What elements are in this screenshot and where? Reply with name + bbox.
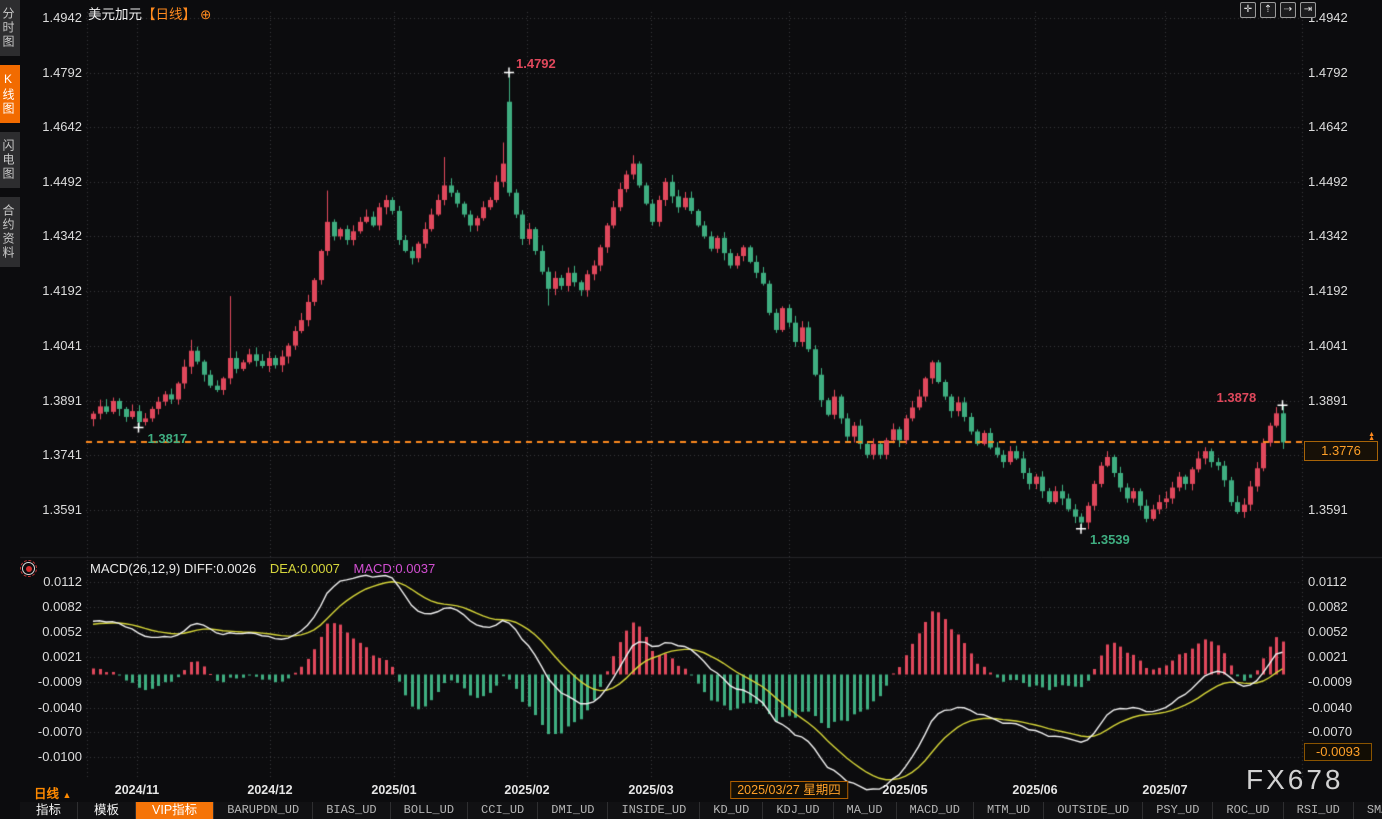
price-tick-right-2: 1.4642 <box>1308 119 1348 135</box>
time-label-7: 2025/07 <box>1142 783 1187 797</box>
last-price-value: 1.3776 <box>1321 443 1361 458</box>
indicator-tab-指标[interactable]: 指标 <box>20 802 78 819</box>
macd-tick-right-4: -0.0009 <box>1308 674 1352 690</box>
macd-crosshair-value: -0.0093 <box>1304 743 1372 761</box>
indicator-tab-RSI_UD[interactable]: RSI_UD <box>1284 802 1354 819</box>
indicator-dot-icon[interactable] <box>22 562 35 575</box>
macd-tick-right-5: -0.0040 <box>1308 700 1352 716</box>
indicator-tab-INSIDE_UD[interactable]: INSIDE_UD <box>608 802 700 819</box>
macd-dea-value: DEA:0.0007 <box>270 561 340 576</box>
price-tick-right-5: 1.4192 <box>1308 283 1348 299</box>
crosshair-date-label: 2025/03/27 星期四 <box>730 781 848 799</box>
indicator-tab-BIAS_UD[interactable]: BIAS_UD <box>313 802 390 819</box>
indicator-tab-SMA_UD[interactable]: SMA_UD <box>1354 802 1382 819</box>
macd-tick-right-2: 0.0052 <box>1308 624 1348 640</box>
time-label-1: 2024/12 <box>247 783 292 797</box>
period-selector-arrow-icon: ▲ <box>63 790 72 800</box>
sidebar-item-0[interactable]: 分时图 <box>0 0 20 56</box>
chart-toolbar: ✛⇡⇢⇥ <box>1240 2 1316 18</box>
macd-tick-right-0: 0.0112 <box>1308 574 1347 590</box>
chart-window: 分时图K线图闪电图合约资料 美元加元【日线】⊕ ✛⇡⇢⇥ 1.49421.479… <box>0 0 1382 819</box>
macd-tick-right-3: 0.0021 <box>1308 649 1348 665</box>
price-tick-right-9: 1.3591 <box>1308 502 1348 518</box>
sidebar-item-2[interactable]: 闪电图 <box>0 132 20 188</box>
watermark: FX678 <box>1246 764 1344 796</box>
add-indicator-icon[interactable]: ⊕ <box>200 7 211 22</box>
chart-title: 美元加元【日线】 ⊕ <box>88 3 211 23</box>
y-axis-scale-icon[interactable]: ⇡ <box>1260 2 1276 18</box>
time-label-3: 2025/02 <box>504 783 549 797</box>
chart-canvas[interactable] <box>0 0 1382 802</box>
sidebar-item-1[interactable]: K线图 <box>0 65 20 123</box>
time-label-6: 2025/06 <box>1012 783 1057 797</box>
indicator-tab-KD_UD[interactable]: KD_UD <box>700 802 763 819</box>
period-name: 【日线】 <box>142 7 196 22</box>
indicator-tab-MTM_UD[interactable]: MTM_UD <box>974 802 1044 819</box>
indicator-tab-MA_UD[interactable]: MA_UD <box>834 802 897 819</box>
indicator-tab-ROC_UD[interactable]: ROC_UD <box>1213 802 1283 819</box>
price-tick-right-6: 1.4041 <box>1308 338 1348 354</box>
price-tick-right-1: 1.4792 <box>1308 65 1348 81</box>
price-up-arrows-icon: ▲▲ <box>1368 433 1375 441</box>
period-selector[interactable]: 日线 ▲ <box>34 783 71 802</box>
indicator-tab-VIP指标[interactable]: VIP指标 <box>136 802 214 819</box>
price-annotation-1.3878: 1.3878 <box>1217 390 1257 405</box>
indicator-tab-MACD_UD[interactable]: MACD_UD <box>897 802 974 819</box>
macd-tick-right-6: -0.0070 <box>1308 724 1352 740</box>
macd-header[interactable]: MACD(26,12,9) DIFF:0.0026 DEA:0.0007 MAC… <box>90 561 435 576</box>
time-label-4: 2025/03 <box>628 783 673 797</box>
symbol-name: 美元加元 <box>88 7 142 22</box>
time-axis[interactable]: 日线 ▲ 2025/03/27 星期四 2024/11 2024/12 2025/0… <box>0 781 1382 801</box>
shift-right-icon[interactable]: ⇥ <box>1300 2 1316 18</box>
period-selector-label: 日线 <box>34 787 59 801</box>
price-annotation-1.4792: 1.4792 <box>516 56 556 71</box>
macd-params-diff: MACD(26,12,9) DIFF:0.0026 <box>90 561 256 576</box>
x-axis-scale-icon[interactable]: ⇢ <box>1280 2 1296 18</box>
chart-type-sidebar: 分时图 K线图闪电图合约资料 <box>0 0 20 819</box>
indicator-tab-PSY_UD[interactable]: PSY_UD <box>1143 802 1213 819</box>
price-tick-right-3: 1.4492 <box>1308 174 1348 190</box>
indicator-tab-DMI_UD[interactable]: DMI_UD <box>538 802 608 819</box>
price-annotation-1.3539: 1.3539 <box>1090 532 1130 547</box>
time-label-0: 2024/11 <box>115 783 160 797</box>
time-label-5: 2025/05 <box>882 783 927 797</box>
macd-macd-value: MACD:0.0037 <box>354 561 436 576</box>
indicator-tab-BARUPDN_UD[interactable]: BARUPDN_UD <box>214 802 313 819</box>
price-annotation-1.3817: 1.3817 <box>148 431 188 446</box>
indicator-tab-bar: 指标模板VIP指标BARUPDN_UDBIAS_UDBOLL_UDCCI_UDD… <box>20 802 1382 819</box>
price-tick-right-4: 1.4342 <box>1308 228 1348 244</box>
indicator-tab-KDJ_UD[interactable]: KDJ_UD <box>763 802 833 819</box>
indicator-tab-CCI_UD[interactable]: CCI_UD <box>468 802 538 819</box>
price-tick-right-7: 1.3891 <box>1308 393 1348 409</box>
pan-icon[interactable]: ✛ <box>1240 2 1256 18</box>
indicator-tab-OUTSIDE_UD[interactable]: OUTSIDE_UD <box>1044 802 1143 819</box>
sidebar-item-3[interactable]: 合约资料 <box>0 197 20 267</box>
time-label-2: 2025/01 <box>371 783 416 797</box>
indicator-tab-BOLL_UD[interactable]: BOLL_UD <box>391 802 468 819</box>
macd-tick-right-1: 0.0082 <box>1308 599 1348 615</box>
indicator-tab-模板[interactable]: 模板 <box>78 802 136 819</box>
last-price-label: 1.3776 ▲▲ <box>1304 441 1378 461</box>
